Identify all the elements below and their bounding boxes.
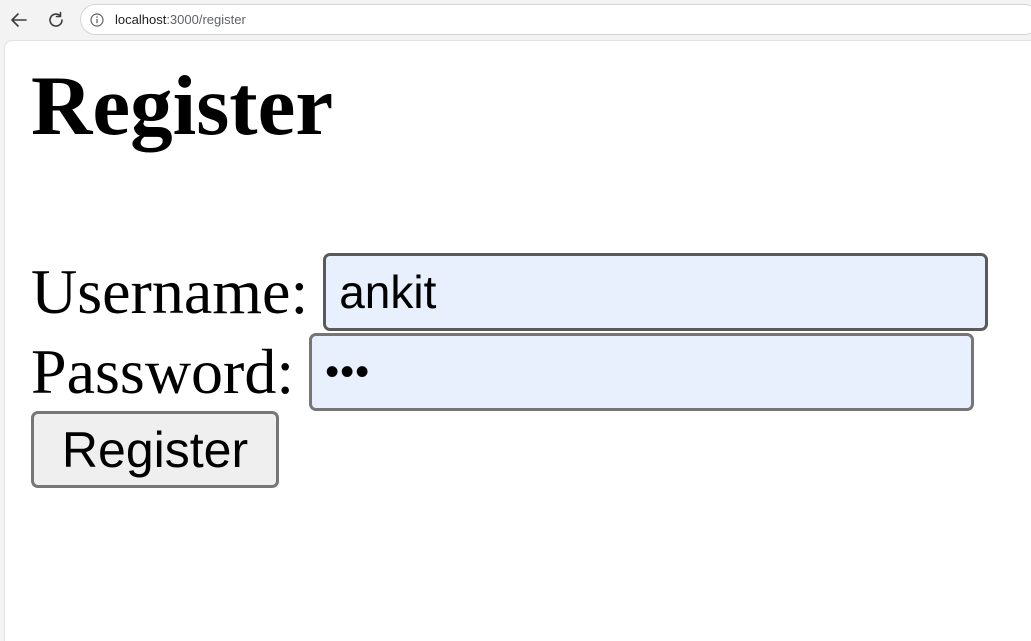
url-path: :3000/register	[166, 12, 246, 27]
username-row: Username: ankit	[31, 253, 989, 331]
page-title: Register	[31, 59, 334, 153]
arrow-left-icon	[11, 13, 27, 27]
site-info-button[interactable]	[87, 10, 107, 30]
register-button[interactable]: Register	[31, 411, 279, 488]
reload-icon	[49, 11, 63, 27]
username-label: Username:	[31, 256, 309, 327]
info-icon	[90, 12, 104, 27]
back-button[interactable]	[5, 6, 33, 34]
password-input[interactable]: •••	[309, 333, 975, 411]
browser-toolbar: localhost:3000/register	[0, 0, 1031, 40]
username-input[interactable]: ankit	[323, 253, 989, 331]
reload-button[interactable]	[42, 6, 70, 34]
url-text[interactable]: localhost:3000/register	[115, 12, 246, 27]
password-label: Password:	[31, 336, 295, 407]
url-host: localhost	[115, 12, 167, 27]
address-bar[interactable]: localhost:3000/register	[80, 4, 1031, 35]
password-row: Password: •••	[31, 333, 975, 411]
